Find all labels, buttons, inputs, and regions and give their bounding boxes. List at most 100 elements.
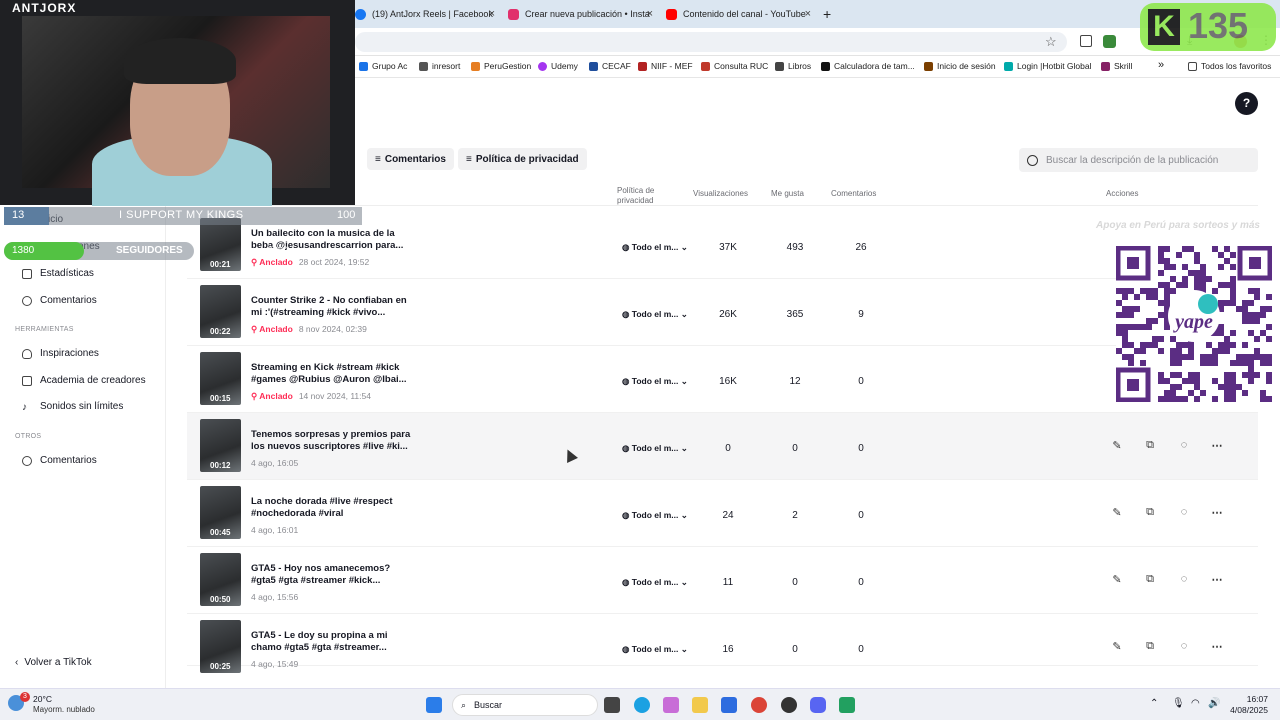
table-row[interactable]: 00:12 Tenemos sorpresas y premios para lo… (187, 413, 1258, 480)
obs-icon[interactable] (781, 697, 797, 713)
sidebar-item-comments-other[interactable]: Comentarios (22, 455, 97, 466)
bookmark-item[interactable]: inresort (419, 61, 460, 71)
bookmark-item[interactable]: CECAF (589, 61, 631, 71)
close-tab-icon[interactable]: × (647, 8, 653, 20)
more-options-icon[interactable]: ⋯ (1208, 573, 1226, 589)
video-thumbnail[interactable]: 00:22 (200, 285, 241, 338)
tab-youtube[interactable]: Contenido del canal - YouTube × (666, 4, 811, 24)
extension-badge-icon[interactable] (1103, 35, 1116, 48)
edit-icon[interactable]: ✎ (1108, 573, 1126, 589)
close-tab-icon[interactable]: × (805, 8, 811, 20)
video-thumbnail[interactable]: 00:50 (200, 553, 241, 606)
notepad-icon[interactable] (839, 697, 855, 713)
table-row[interactable]: 00:50 GTA5 - Hoy nos amanecemos? #gta5 #g… (187, 547, 1258, 614)
video-title[interactable]: GTA5 - Hoy nos amanecemos? #gta5 #gta #s… (251, 563, 411, 587)
video-thumbnail[interactable]: 00:15 (200, 352, 241, 405)
all-favorites[interactable]: Todos los favoritos (1188, 61, 1271, 71)
chevron-up-icon[interactable]: ⌃ (1150, 698, 1158, 709)
video-thumbnail[interactable]: 00:12 (200, 419, 241, 472)
new-tab-button[interactable]: + (823, 4, 831, 24)
header-comments[interactable]: Comentarios (831, 189, 876, 199)
taskbar-search-input[interactable]: ⌕ Buscar (452, 694, 598, 716)
privacy-dropdown[interactable]: ◍ Todo el m... ⌄ (622, 510, 688, 521)
video-title[interactable]: Streaming en Kick #stream #kick #games @… (251, 362, 411, 386)
header-privacy[interactable]: Política de privacidad (617, 186, 672, 206)
help-icon[interactable]: ? (1235, 92, 1258, 115)
bookmark-item[interactable]: Inicio de sesión (924, 61, 996, 71)
sidebar-item-stats[interactable]: Estadísticas (22, 268, 94, 279)
bookmark-item[interactable]: NIIF - MEF (638, 61, 693, 71)
extension-icon[interactable] (1080, 35, 1092, 47)
table-row[interactable]: 00:45 La noche dorada #live #respect #noc… (187, 480, 1258, 547)
more-options-icon[interactable]: ⋯ (1208, 439, 1226, 455)
privacy-dropdown[interactable]: ◍ Todo el m... ⌄ (622, 242, 688, 253)
bookmark-item[interactable]: Skrill (1101, 61, 1132, 71)
edit-icon[interactable]: ✎ (1108, 439, 1126, 455)
copilot-icon[interactable] (663, 697, 679, 713)
clock-time[interactable]: 16:07 (1220, 694, 1268, 704)
edit-icon[interactable]: ✎ (1108, 506, 1126, 522)
header-views[interactable]: Visualizaciones (693, 189, 748, 199)
share-icon[interactable]: ⧉ (1141, 506, 1159, 522)
bookmark-item[interactable]: Calculadora de tam... (821, 61, 915, 71)
comment-icon[interactable]: ◌ (1175, 573, 1193, 589)
table-row[interactable]: 00:22 Counter Strike 2 - No confiaban en … (187, 279, 1258, 346)
comment-icon[interactable]: ◌ (1175, 439, 1193, 455)
video-title[interactable]: La noche dorada #live #respect #nochedor… (251, 496, 411, 520)
share-icon[interactable]: ⧉ (1141, 573, 1159, 589)
sidebar-item-inspirations[interactable]: Inspiraciones (22, 348, 99, 359)
url-input[interactable] (355, 32, 1067, 52)
privacy-dropdown[interactable]: ◍ Todo el m... ⌄ (622, 376, 688, 387)
table-row[interactable]: 00:15 Streaming en Kick #stream #kick #ga… (187, 346, 1258, 413)
wifi-icon[interactable]: ◠ (1191, 698, 1200, 709)
chrome-icon[interactable] (751, 697, 767, 713)
bookmark-item[interactable]: PeruGestion (471, 61, 531, 71)
privacy-dropdown[interactable]: ◍ Todo el m... ⌄ (622, 577, 688, 588)
bookmark-item[interactable]: Udemy (538, 61, 578, 71)
privacy-dropdown[interactable]: ◍ Todo el m... ⌄ (622, 309, 688, 320)
filter-privacy-button[interactable]: ≡ Política de privacidad (458, 148, 587, 170)
bookmark-item[interactable]: Login |Hotbit Global (1004, 61, 1092, 71)
privacy-dropdown[interactable]: ◍ Todo el m... ⌄ (622, 644, 688, 655)
windows-start-icon[interactable] (426, 697, 442, 713)
edge-icon[interactable] (634, 697, 650, 713)
privacy-dropdown[interactable]: ◍ Todo el m... ⌄ (622, 443, 688, 454)
share-icon[interactable]: ⧉ (1141, 439, 1159, 455)
tab-instagram[interactable]: Crear nueva publicación • Insta × (508, 4, 653, 24)
star-icon[interactable]: ☆ (1045, 34, 1057, 50)
bookmark-item[interactable]: Libros (775, 61, 811, 71)
video-thumbnail[interactable]: 00:45 (200, 486, 241, 539)
microphone-icon[interactable]: 🎙 (1172, 698, 1185, 709)
video-title[interactable]: GTA5 - Le doy su propina a mi chamo #gta… (251, 630, 411, 654)
file-explorer-icon[interactable] (692, 697, 708, 713)
video-thumbnail[interactable]: 00:21 (200, 218, 241, 271)
video-title[interactable]: Tenemos sorpresas y premios para los nue… (251, 429, 411, 453)
tab-facebook[interactable]: (19) AntJorx Reels | Facebook × (355, 4, 495, 24)
video-title[interactable]: Counter Strike 2 - No confiaban en mi :'… (251, 295, 411, 319)
header-likes[interactable]: Me gusta (771, 189, 804, 199)
edit-icon[interactable]: ✎ (1108, 640, 1126, 656)
back-to-tiktok-link[interactable]: ‹ Volver a TikTok (15, 657, 92, 668)
sidebar-item-comments[interactable]: Comentarios (22, 295, 97, 306)
comment-icon[interactable]: ◌ (1175, 506, 1193, 522)
more-options-icon[interactable]: ⋯ (1208, 640, 1226, 656)
store-icon[interactable] (721, 697, 737, 713)
comment-icon[interactable]: ◌ (1175, 640, 1193, 656)
filter-comments-button[interactable]: ≡ Comentarios (367, 148, 454, 170)
qr-module (1170, 288, 1176, 294)
more-options-icon[interactable]: ⋯ (1208, 506, 1226, 522)
search-input[interactable]: Buscar la descripción de la publicación (1019, 148, 1258, 172)
sidebar-item-sounds[interactable]: ♪ Sonidos sin límites (22, 401, 123, 413)
bookmark-item[interactable]: Consulta RUC (701, 61, 768, 71)
likes-value: 2 (792, 510, 798, 521)
video-thumbnail[interactable]: 00:25 (200, 620, 241, 673)
table-row[interactable]: 00:25 GTA5 - Le doy su propina a mi chamo… (187, 614, 1258, 673)
discord-icon[interactable] (810, 697, 826, 713)
clock-date[interactable]: 4/08/2025 (1210, 705, 1268, 715)
task-view-icon[interactable] (604, 697, 620, 713)
sidebar-item-academy[interactable]: Academia de creadores (22, 375, 146, 386)
share-icon[interactable]: ⧉ (1141, 640, 1159, 656)
close-tab-icon[interactable]: × (489, 8, 495, 20)
more-bookmarks-button[interactable]: » (1158, 59, 1164, 71)
bookmark-item[interactable]: Grupo Ac (359, 61, 407, 71)
